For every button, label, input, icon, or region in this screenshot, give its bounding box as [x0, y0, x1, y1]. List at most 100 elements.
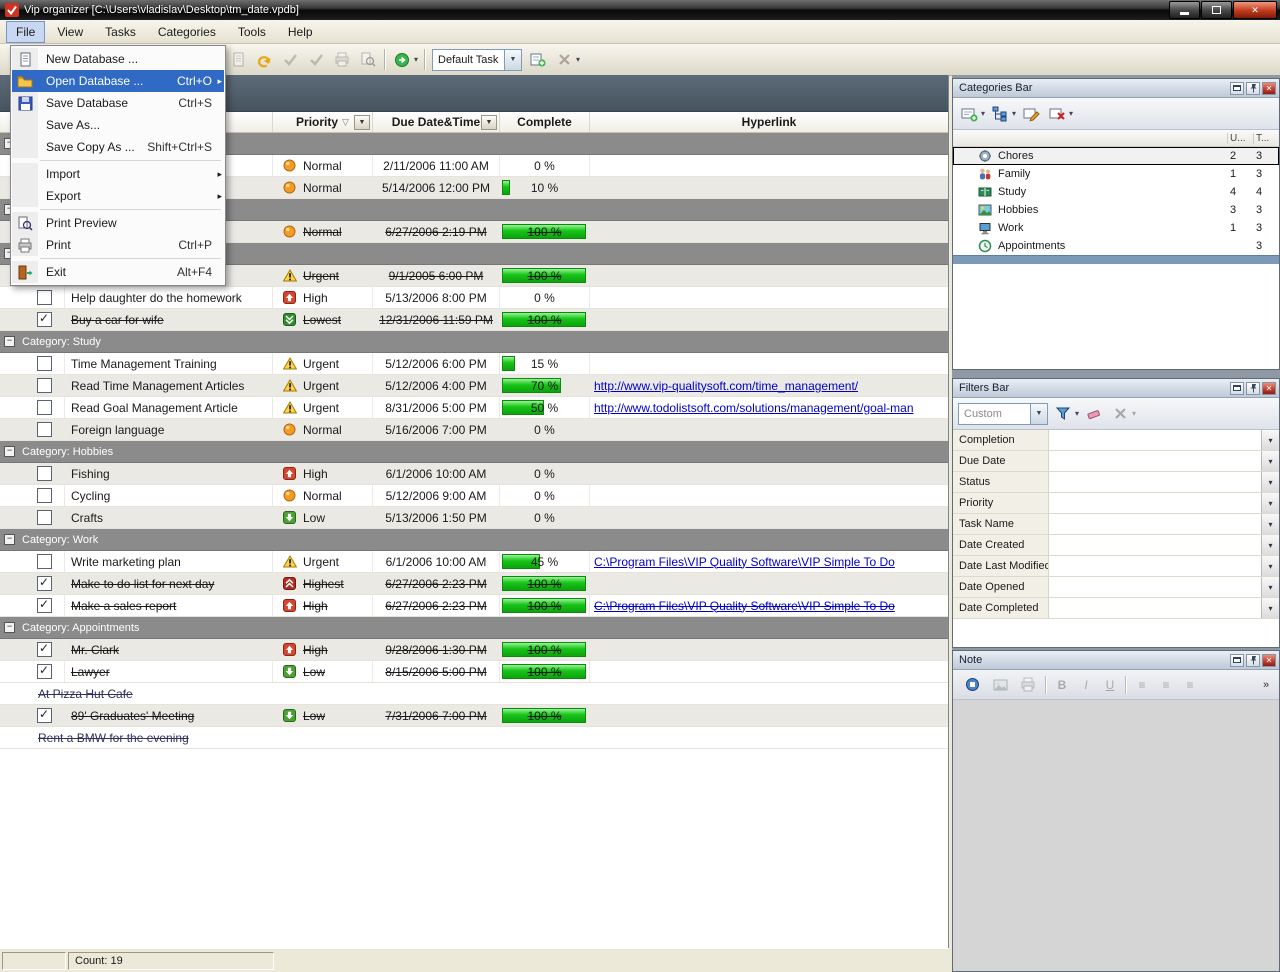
filters-panel-close-button[interactable]: ✕	[1262, 382, 1276, 395]
categories-tree-icon[interactable]	[989, 103, 1011, 125]
filter-dropdown-button[interactable]: ▾	[1261, 577, 1279, 597]
italic-icon[interactable]: I	[1077, 678, 1095, 692]
print-preview-icon[interactable]	[358, 50, 378, 70]
complete-task-icon[interactable]	[280, 50, 300, 70]
bold-icon[interactable]: B	[1053, 678, 1071, 692]
filter-preset-combo[interactable]: Custom ▼	[958, 403, 1048, 425]
file-menu-item-save-database[interactable]: Save DatabaseCtrl+S	[12, 92, 224, 114]
file-menu-item-print[interactable]: PrintCtrl+P	[12, 234, 224, 256]
group-collapse-icon[interactable]: −	[4, 622, 15, 633]
new-category-icon[interactable]	[958, 103, 980, 125]
filter-dropdown-button[interactable]: ▾	[1261, 514, 1279, 534]
task-row[interactable]: FishingHigh6/1/2006 10:00 AM0 %	[0, 463, 948, 485]
task-row[interactable]: Write marketing planUrgent6/1/2006 10:00…	[0, 551, 948, 573]
menu-tasks[interactable]: Tasks	[95, 21, 146, 43]
category-item-chores[interactable]: Chores23	[953, 147, 1279, 165]
menu-file[interactable]: File	[6, 21, 45, 43]
categories-panel-close-button[interactable]: ✕	[1262, 82, 1276, 95]
task-row[interactable]: 89' Graduates' MeetingLow7/31/2006 7:00 …	[0, 705, 948, 727]
filter-field-value[interactable]	[1049, 535, 1261, 555]
filter-dropdown-button[interactable]: ▾	[1261, 472, 1279, 492]
filter-field-value[interactable]	[1049, 598, 1261, 618]
task-checkbox[interactable]	[37, 664, 52, 679]
file-menu-item-open-database[interactable]: Open Database ...Ctrl+O▸	[12, 70, 224, 92]
outdent-icon[interactable]: ≡	[1181, 678, 1199, 692]
group-collapse-icon[interactable]: −	[4, 534, 15, 545]
filter-preset-arrow-icon[interactable]: ▼	[1030, 404, 1047, 424]
column-header-due-date[interactable]: Due Date&Time ▼	[373, 112, 500, 132]
note-panel-pin-button[interactable]	[1246, 654, 1260, 667]
task-checkbox[interactable]	[37, 488, 52, 503]
delete-filter-icon[interactable]	[1109, 403, 1131, 425]
menu-view[interactable]: View	[47, 21, 93, 43]
due-filter-button[interactable]: ▼	[481, 115, 497, 130]
bullet-list-icon[interactable]: ≡	[1133, 678, 1151, 692]
new-category-icon-dropdown[interactable]: ▾	[981, 109, 985, 118]
filter-field-value[interactable]	[1049, 514, 1261, 534]
category-uncompleted-column[interactable]: U...	[1227, 133, 1253, 144]
task-checkbox[interactable]	[37, 466, 52, 481]
group-collapse-icon[interactable]: −	[4, 446, 15, 457]
task-checkbox[interactable]	[37, 598, 52, 613]
insert-object-icon[interactable]	[961, 674, 983, 696]
category-item-work[interactable]: Work13	[953, 219, 1279, 237]
task-checkbox[interactable]	[37, 290, 52, 305]
menu-tools[interactable]: Tools	[228, 21, 276, 43]
hide-completed-icon[interactable]	[306, 50, 326, 70]
filter-overflow-icon[interactable]: ▾	[1132, 409, 1136, 418]
task-checkbox[interactable]	[37, 510, 52, 525]
file-menu-item-save-copy-as[interactable]: Save Copy As ...Shift+Ctrl+S	[12, 136, 224, 158]
category-group-row[interactable]: −Category: Hobbies	[0, 441, 948, 463]
delete-category-icon[interactable]	[1046, 103, 1068, 125]
apply-filter-icon[interactable]	[1052, 403, 1074, 425]
file-menu-item-export[interactable]: Export▸	[12, 185, 224, 207]
task-row[interactable]: Mr. ClarkHigh9/28/2006 1:30 PM100 %	[0, 639, 948, 661]
note-panel-close-button[interactable]: ✕	[1262, 654, 1276, 667]
filter-field-value[interactable]	[1049, 451, 1261, 471]
group-collapse-icon[interactable]: −	[4, 336, 15, 347]
column-header-priority[interactable]: Priority ▽ ▼	[273, 112, 373, 132]
task-row[interactable]: Help daughter do the homeworkHigh5/13/20…	[0, 287, 948, 309]
close-button[interactable]: ✕	[1233, 1, 1277, 19]
apply-filter-icon-dropdown[interactable]: ▾	[1075, 409, 1079, 418]
categories-panel-minimize-button[interactable]	[1230, 82, 1244, 95]
categories-panel-pin-button[interactable]	[1246, 82, 1260, 95]
filter-dropdown-button[interactable]: ▾	[1261, 451, 1279, 471]
filter-field-value[interactable]	[1049, 430, 1261, 450]
column-header-complete[interactable]: Complete	[500, 112, 590, 132]
file-menu-item-new-database[interactable]: New Database ...	[12, 48, 224, 70]
task-hyperlink[interactable]: http://www.todolistsoft.com/solutions/ma…	[594, 401, 914, 415]
task-checkbox[interactable]	[37, 708, 52, 723]
task-hyperlink[interactable]: C:\Program Files\VIP Quality Software\VI…	[594, 599, 895, 613]
task-checkbox[interactable]	[37, 356, 52, 371]
default-task-combo-arrow-icon[interactable]: ▼	[504, 50, 521, 70]
delete-default-task-icon-dropdown[interactable]: ▾	[576, 55, 580, 64]
toolbar-overflow-icon[interactable]: »	[1257, 679, 1275, 691]
view-mode-icon[interactable]	[392, 50, 412, 70]
filter-dropdown-button[interactable]: ▾	[1261, 430, 1279, 450]
filter-field-value[interactable]	[1049, 493, 1261, 513]
default-task-combo[interactable]: Default Task▼	[432, 49, 522, 71]
maximize-button[interactable]	[1201, 1, 1232, 19]
category-group-row[interactable]: −Category: Appointments	[0, 617, 948, 639]
task-row[interactable]: Make to do list for next dayHighest6/27/…	[0, 573, 948, 595]
task-row[interactable]: Buy a car for wifeLowest12/31/2006 11:59…	[0, 309, 948, 331]
filter-dropdown-button[interactable]: ▾	[1261, 556, 1279, 576]
task-hyperlink[interactable]: C:\Program Files\VIP Quality Software\VI…	[594, 555, 895, 569]
edit-category-icon[interactable]	[1020, 103, 1042, 125]
task-checkbox[interactable]	[37, 642, 52, 657]
category-group-row[interactable]: −Category: Work	[0, 529, 948, 551]
undo-icon[interactable]	[254, 50, 274, 70]
delete-default-task-icon[interactable]	[554, 50, 574, 70]
task-checkbox[interactable]	[37, 422, 52, 437]
menu-categories[interactable]: Categories	[148, 21, 226, 43]
filter-field-value[interactable]	[1049, 577, 1261, 597]
filters-panel-minimize-button[interactable]	[1230, 382, 1244, 395]
task-row[interactable]: LawyerLow8/15/2006 5:00 PM100 %	[0, 661, 948, 683]
note-content[interactable]	[953, 700, 1279, 972]
clear-filter-icon[interactable]	[1083, 403, 1105, 425]
task-hyperlink[interactable]: http://www.vip-qualitysoft.com/time_mana…	[594, 379, 858, 393]
task-checkbox[interactable]	[37, 554, 52, 569]
filter-dropdown-button[interactable]: ▾	[1261, 535, 1279, 555]
add-default-task-icon[interactable]	[528, 50, 548, 70]
